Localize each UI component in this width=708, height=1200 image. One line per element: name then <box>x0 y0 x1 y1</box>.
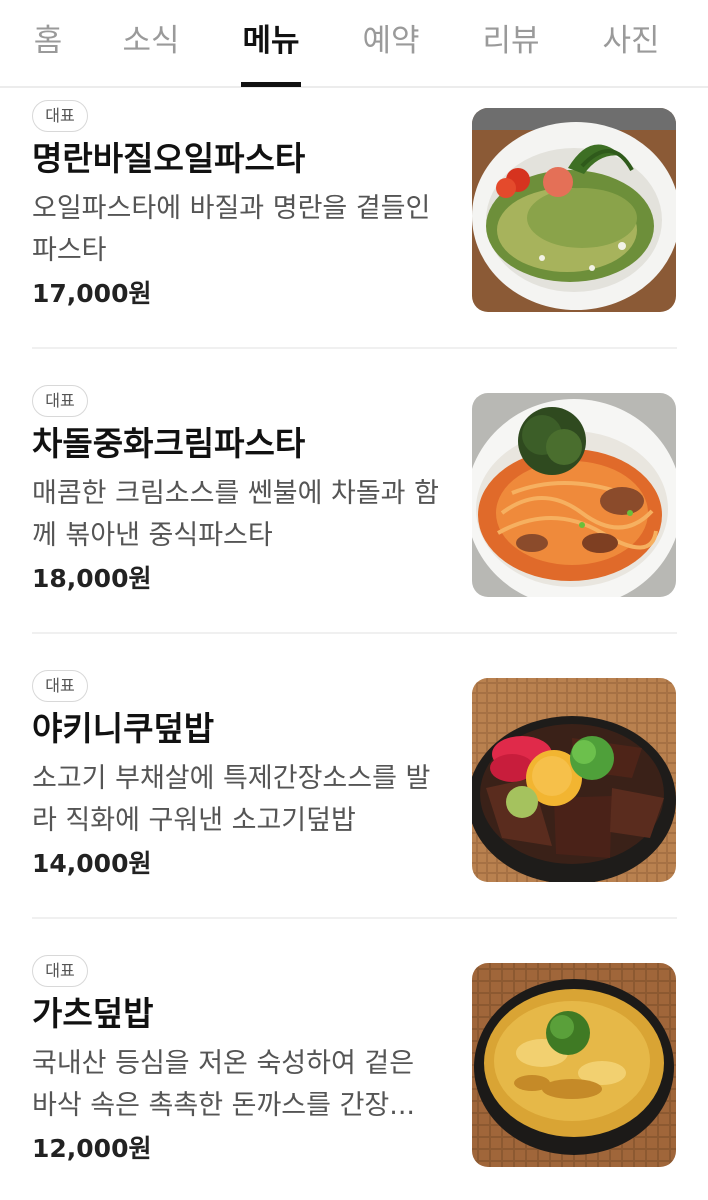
menu-item-name: 명란바질오일파스타 <box>32 139 306 178</box>
item-divider <box>32 632 677 634</box>
basil-pasta-photo[interactable] <box>472 108 676 312</box>
item-divider <box>32 347 677 349</box>
item-divider <box>32 917 677 919</box>
active-tab-indicator <box>241 82 301 87</box>
menu-item-description: 국내산 등심을 저온 숙성하여 겉은 바삭 속은 촉촉한 돈까스를 간장... <box>32 1048 415 1121</box>
menu-item-price: 14,000원 <box>32 849 152 878</box>
menu-item[interactable]: 대표 명란바질오일파스타 오일파스타에 바질과 명란을 곁들인 파스타 17,0… <box>0 90 708 370</box>
menu-item-name: 차돌중화크림파스타 <box>32 424 306 463</box>
menu-item-description: 오일파스타에 바질과 명란을 곁들인 파스타 <box>32 193 431 266</box>
brisket-cream-pasta-photo[interactable] <box>472 393 676 597</box>
menu-item[interactable]: 대표 가츠덮밥 국내산 등심을 저온 숙성하여 겉은 바삭 속은 촉촉한 돈까스… <box>0 940 708 1200</box>
tab-photos[interactable]: 사진 <box>598 18 664 68</box>
menu-item-name: 야키니쿠덮밥 <box>32 709 215 748</box>
menu-item-description: 소고기 부채살에 특제간장소스를 발라 직화에 구워낸 소고기덮밥 <box>32 763 431 836</box>
tab-news[interactable]: 소식 <box>118 18 184 68</box>
katsudon-photo[interactable] <box>472 963 676 1167</box>
yakiniku-rice-bowl-photo[interactable] <box>472 678 676 882</box>
menu-tab-bar: 홈 소식 메뉴 예약 리뷰 사진 <box>0 0 708 88</box>
menu-list: 대표 명란바질오일파스타 오일파스타에 바질과 명란을 곁들인 파스타 17,0… <box>0 90 708 1200</box>
menu-item-name: 가츠덮밥 <box>32 994 154 1033</box>
tab-reviews[interactable]: 리뷰 <box>478 18 544 68</box>
menu-item-description: 매콤한 크림소스를 쎈불에 차돌과 함께 볶아낸 중식파스타 <box>32 478 439 551</box>
menu-item-price: 18,000원 <box>32 564 152 593</box>
tab-menu[interactable]: 메뉴 <box>238 18 304 68</box>
signature-badge: 대표 <box>32 385 88 417</box>
signature-badge: 대표 <box>32 670 88 702</box>
menu-item-price: 12,000원 <box>32 1134 152 1163</box>
tab-home[interactable]: 홈 <box>26 18 70 68</box>
menu-item[interactable]: 대표 야키니쿠덮밥 소고기 부채살에 특제간장소스를 발라 직화에 구워낸 소고… <box>0 655 708 940</box>
menu-item[interactable]: 대표 차돌중화크림파스타 매콤한 크림소스를 쎈불에 차돌과 함께 볶아낸 중식… <box>0 370 708 655</box>
signature-badge: 대표 <box>32 100 88 132</box>
menu-item-price: 17,000원 <box>32 279 152 308</box>
tab-reservation[interactable]: 예약 <box>358 18 424 68</box>
signature-badge: 대표 <box>32 955 88 987</box>
